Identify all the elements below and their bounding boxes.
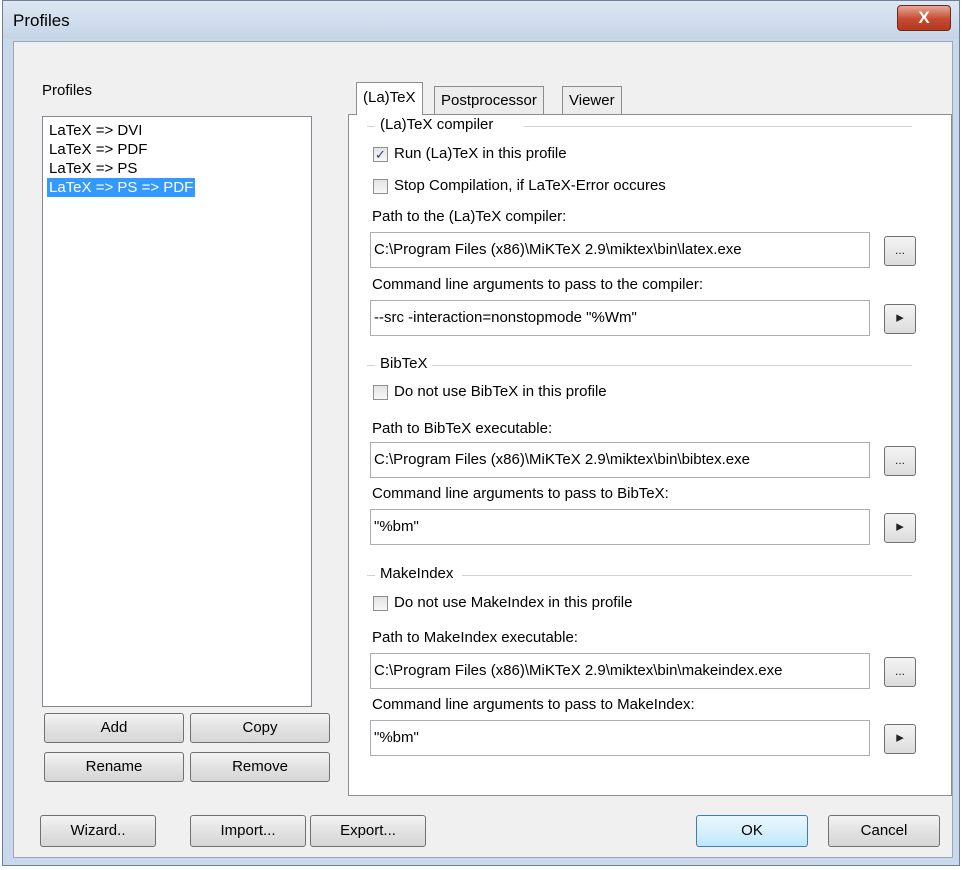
disable-bibtex-label: Do not use BibTeX in this profile [394, 383, 607, 400]
latex-group-header: (La)TeX compiler [380, 116, 494, 133]
tab-latex[interactable]: (La)TeX [356, 82, 423, 115]
close-button[interactable]: X [897, 5, 951, 31]
rename-button[interactable]: Rename [44, 752, 184, 782]
makeindex-args-input[interactable]: "%bm" [370, 720, 870, 756]
close-icon: X [918, 8, 930, 27]
group-divider [432, 365, 912, 366]
latex-path-input[interactable]: C:\Program Files (x86)\MiKTeX 2.9\miktex… [370, 232, 870, 268]
makeindex-browse-button[interactable]: ... [884, 657, 916, 687]
stop-compilation-checkbox[interactable] [373, 179, 388, 194]
check-icon: ✓ [375, 147, 386, 162]
disable-makeindex-checkbox[interactable] [373, 596, 388, 611]
run-latex-label: Run (La)TeX in this profile [394, 145, 567, 162]
bibtex-args-menu-button[interactable]: ▸ [884, 513, 916, 543]
profiles-list[interactable]: LaTeX => DVI LaTeX => PDF LaTeX => PS La… [42, 116, 312, 707]
makeindex-args-label: Command line arguments to pass to MakeIn… [372, 696, 695, 713]
makeindex-args-menu-button[interactable]: ▸ [884, 724, 916, 754]
tab-viewer[interactable]: Viewer [562, 86, 622, 114]
export-button[interactable]: Export... [310, 815, 426, 847]
wizard-button[interactable]: Wizard.. [40, 815, 156, 847]
list-item[interactable]: LaTeX => PDF [47, 140, 149, 159]
makeindex-group-header: MakeIndex [380, 565, 454, 582]
copy-button[interactable]: Copy [190, 713, 330, 743]
bibtex-path-label: Path to BibTeX executable: [372, 420, 553, 437]
bibtex-path-input[interactable]: C:\Program Files (x86)\MiKTeX 2.9\miktex… [370, 442, 870, 478]
latex-browse-button[interactable]: ... [884, 236, 916, 266]
run-latex-checkbox[interactable]: ✓ [373, 147, 388, 162]
ellipsis-icon: ... [894, 664, 905, 678]
list-item[interactable]: LaTeX => PS [47, 159, 139, 178]
import-button[interactable]: Import... [190, 815, 306, 847]
remove-button[interactable]: Remove [190, 752, 330, 782]
cancel-button[interactable]: Cancel [828, 815, 940, 847]
tab-postprocessor[interactable]: Postprocessor [434, 86, 544, 114]
makeindex-path-label: Path to MakeIndex executable: [372, 629, 578, 646]
add-button[interactable]: Add [44, 713, 184, 743]
bibtex-args-label: Command line arguments to pass to BibTeX… [372, 485, 669, 502]
group-divider [367, 126, 375, 127]
list-item-selected[interactable]: LaTeX => PS => PDF [47, 178, 196, 197]
latex-args-input[interactable]: --src -interaction=nonstopmode "%Wm" [370, 300, 870, 336]
latex-path-label: Path to the (La)TeX compiler: [372, 208, 567, 225]
dialog-window: Profiles X Profiles LaTeX => DVI LaTeX =… [2, 0, 960, 866]
group-divider [524, 126, 912, 127]
group-divider [367, 575, 375, 576]
bibtex-browse-button[interactable]: ... [884, 446, 916, 476]
latex-args-menu-button[interactable]: ▸ [884, 304, 916, 334]
arrow-right-icon: ▸ [896, 309, 904, 326]
stop-compilation-label: Stop Compilation, if LaTeX-Error occures [394, 177, 666, 194]
list-item[interactable]: LaTeX => DVI [47, 121, 144, 140]
group-divider [367, 365, 375, 366]
group-divider [462, 575, 912, 576]
makeindex-path-input[interactable]: C:\Program Files (x86)\MiKTeX 2.9\miktex… [370, 653, 870, 689]
ellipsis-icon: ... [894, 453, 905, 467]
profiles-label: Profiles [42, 82, 93, 99]
bibtex-group-header: BibTeX [380, 355, 428, 372]
disable-makeindex-label: Do not use MakeIndex in this profile [394, 594, 633, 611]
title-bar[interactable]: Profiles X [3, 1, 959, 39]
dialog-body: Profiles LaTeX => DVI LaTeX => PDF LaTeX… [13, 41, 953, 858]
arrow-right-icon: ▸ [896, 729, 904, 746]
ellipsis-icon: ... [894, 243, 905, 257]
latex-args-label: Command line arguments to pass to the co… [372, 276, 703, 293]
window-title: Profiles [13, 11, 70, 30]
disable-bibtex-checkbox[interactable] [373, 385, 388, 400]
bibtex-args-input[interactable]: "%bm" [370, 509, 870, 545]
ok-button[interactable]: OK [696, 815, 808, 847]
arrow-right-icon: ▸ [896, 518, 904, 535]
